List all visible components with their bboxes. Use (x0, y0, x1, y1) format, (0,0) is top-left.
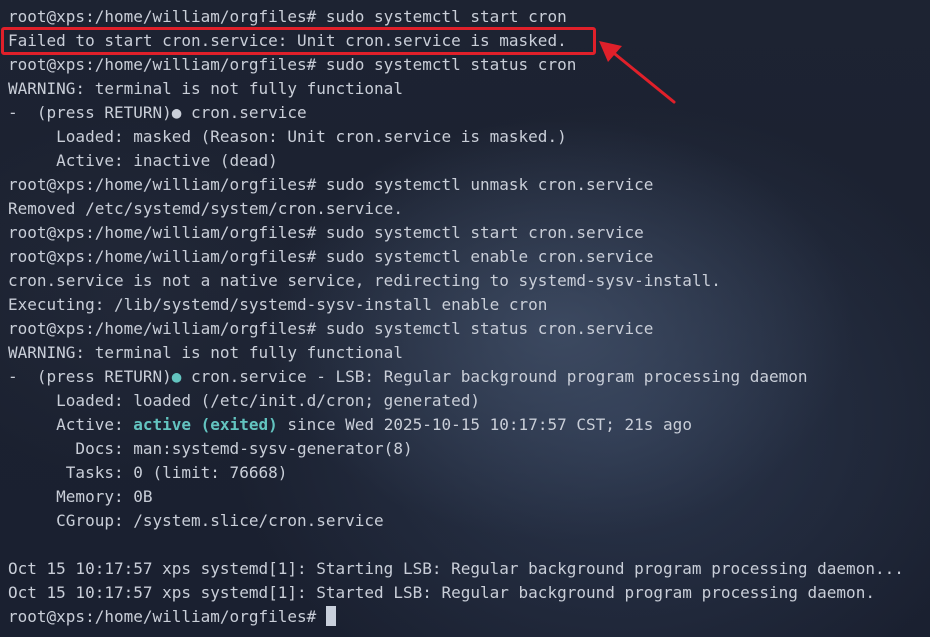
annotation-arrow-icon (599, 41, 676, 104)
terminal-line: Loaded: loaded (/etc/init.d/cron; genera… (8, 391, 481, 410)
terminal-line: root@xps:/home/william/orgfiles# sudo sy… (8, 247, 654, 266)
terminal-output[interactable]: root@xps:/home/william/orgfiles# sudo sy… (8, 5, 930, 629)
terminal-line: cron.service is not a native service, re… (8, 271, 721, 290)
service-name: cron.service (181, 103, 307, 122)
terminal-line: Memory: 0B (8, 487, 153, 506)
terminal-line: root@xps:/home/william/orgfiles# sudo sy… (8, 223, 644, 242)
terminal-line: Active: inactive (dead) (8, 151, 278, 170)
pager-prompt: - (press RETURN) (8, 367, 172, 386)
terminal-line: Loaded: masked (Reason: Unit cron.servic… (8, 127, 567, 146)
terminal-line: Active: active (exited) since Wed 2025-1… (8, 413, 930, 437)
status-dot-icon: ● (171, 367, 182, 386)
active-status: active (exited) (133, 415, 278, 434)
log-line: Oct 15 10:17:57 xps systemd[1]: Started … (8, 583, 875, 602)
terminal-line: root@xps:/home/william/orgfiles# sudo sy… (8, 7, 567, 26)
log-line: Oct 15 10:17:57 xps systemd[1]: Starting… (8, 559, 904, 578)
terminal-line: WARNING: terminal is not fully functiona… (8, 79, 403, 98)
highlight-box (1, 27, 596, 55)
service-description: cron.service - LSB: Regular background p… (181, 367, 808, 386)
terminal-line: WARNING: terminal is not fully functiona… (8, 343, 403, 362)
terminal-line: root@xps:/home/william/orgfiles# sudo sy… (8, 319, 654, 338)
active-label: Active: (8, 415, 134, 434)
shell-prompt: root@xps:/home/william/orgfiles# (8, 607, 326, 626)
terminal-line: root@xps:/home/william/orgfiles# sudo sy… (8, 55, 577, 74)
terminal-line: root@xps:/home/william/orgfiles# sudo sy… (8, 175, 654, 194)
terminal-line: Tasks: 0 (limit: 76668) (8, 463, 288, 482)
terminal-line: CGroup: /system.slice/cron.service (8, 511, 384, 530)
active-since: since Wed 2025-10-15 10:17:57 CST; 21s a… (277, 415, 692, 434)
text-cursor (325, 606, 336, 626)
terminal-line: - (press RETURN)● cron.service - LSB: Re… (8, 365, 930, 389)
terminal-line: Executing: /lib/systemd/systemd-sysv-ins… (8, 295, 548, 314)
terminal-line: Docs: man:systemd-sysv-generator(8) (8, 439, 413, 458)
terminal-line: - (press RETURN)● cron.service (8, 101, 930, 125)
prompt-line[interactable]: root@xps:/home/william/orgfiles# (8, 605, 930, 629)
pager-prompt: - (press RETURN) (8, 103, 172, 122)
status-dot-icon: ● (171, 103, 182, 122)
terminal-line: Removed /etc/systemd/system/cron.service… (8, 199, 403, 218)
